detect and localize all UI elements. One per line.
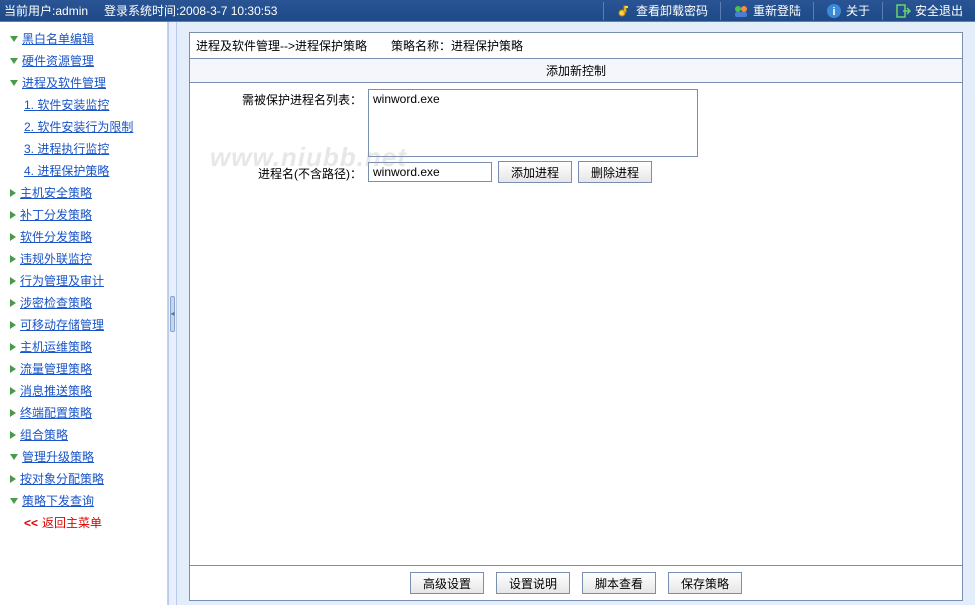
delete-process-button[interactable]: 删除进程 xyxy=(578,161,652,183)
user-label: 当前用户: xyxy=(4,4,55,18)
about-label: 关于 xyxy=(846,2,870,19)
expand-icon xyxy=(10,387,16,395)
sidebar-item-2[interactable]: 进程及软件管理 xyxy=(4,72,163,94)
expand-icon xyxy=(10,475,16,483)
splitter-grip-icon: ◂ xyxy=(170,296,175,332)
settings-help-button[interactable]: 设置说明 xyxy=(496,572,570,594)
expand-icon xyxy=(10,498,18,504)
sidebar-item-16[interactable]: 消息推送策略 xyxy=(4,380,163,402)
sub-header: 添加新控制 xyxy=(190,58,962,83)
process-list-textarea[interactable] xyxy=(368,89,698,157)
exit-icon xyxy=(895,3,911,19)
svg-text:i: i xyxy=(832,6,835,18)
policy-name: 策略名称：进程保护策略 xyxy=(391,37,523,54)
save-policy-button[interactable]: 保存策略 xyxy=(668,572,742,594)
sidebar-item-4[interactable]: 2. 软件安装行为限制 xyxy=(4,116,163,138)
sidebar-item-13[interactable]: 可移动存储管理 xyxy=(4,314,163,336)
sidebar-item-6[interactable]: 4. 进程保护策略 xyxy=(4,160,163,182)
sidebar-splitter[interactable]: ◂ xyxy=(168,22,177,605)
expand-icon xyxy=(10,365,16,373)
expand-icon xyxy=(10,299,16,307)
user-value: admin xyxy=(55,4,88,18)
current-user: 当前用户:admin xyxy=(4,2,88,19)
breadcrumb-bar: 进程及软件管理-->进程保护策略 策略名称：进程保护策略 xyxy=(190,33,962,58)
main-panel: 进程及软件管理-->进程保护策略 策略名称：进程保护策略 添加新控制 需被保护进… xyxy=(189,32,963,601)
process-name-input[interactable] xyxy=(368,162,492,182)
script-view-button[interactable]: 脚本查看 xyxy=(582,572,656,594)
expand-icon xyxy=(10,80,18,86)
relogin-label: 重新登陆 xyxy=(753,2,801,19)
sidebar-item-9[interactable]: 软件分发策略 xyxy=(4,226,163,248)
expand-icon xyxy=(10,36,18,42)
sidebar-item-17[interactable]: 终端配置策略 xyxy=(4,402,163,424)
sidebar-item-14[interactable]: 主机运维策略 xyxy=(4,336,163,358)
login-time-label: 登录系统时间: xyxy=(104,4,179,18)
sidebar-item-21[interactable]: 策略下发查询 xyxy=(4,490,163,512)
bottom-button-bar: 高级设置 设置说明 脚本查看 保存策略 xyxy=(190,565,962,600)
about-button[interactable]: i 关于 xyxy=(818,0,878,22)
expand-icon xyxy=(10,454,18,460)
expand-icon xyxy=(10,343,16,351)
sidebar-item-8[interactable]: 补丁分发策略 xyxy=(4,204,163,226)
expand-icon xyxy=(10,58,18,64)
content-area: 进程及软件管理-->进程保护策略 策略名称：进程保护策略 添加新控制 需被保护进… xyxy=(177,22,975,605)
sidebar-item-5[interactable]: 3. 进程执行监控 xyxy=(4,138,163,160)
sidebar-item-12[interactable]: 涉密检查策略 xyxy=(4,292,163,314)
process-name-label: 进程名(不含路径)： xyxy=(198,163,368,182)
safe-exit-label: 安全退出 xyxy=(915,2,963,19)
sidebar-item-3[interactable]: 1. 软件安装监控 xyxy=(4,94,163,116)
sidebar-item-15[interactable]: 流量管理策略 xyxy=(4,358,163,380)
sidebar-item-1[interactable]: 硬件资源管理 xyxy=(4,50,163,72)
sidebar-item-0[interactable]: 黑白名单编辑 xyxy=(4,28,163,50)
add-process-button[interactable]: 添加进程 xyxy=(498,161,572,183)
expand-icon xyxy=(10,233,16,241)
sidebar-item-19[interactable]: 管理升级策略 xyxy=(4,446,163,468)
expand-icon xyxy=(10,255,16,263)
form-area: 需被保护进程名列表： 进程名(不含路径)： 添加进程 删除进程 xyxy=(190,83,962,187)
login-time-value: 2008-3-7 10:30:53 xyxy=(179,4,277,18)
breadcrumb: 进程及软件管理-->进程保护策略 xyxy=(196,37,367,54)
policy-name-value: 进程保护策略 xyxy=(451,39,523,53)
sidebar-item-22[interactable]: <<返回主菜单 xyxy=(4,512,163,534)
sidebar-item-11[interactable]: 行为管理及审计 xyxy=(4,270,163,292)
expand-icon xyxy=(10,409,16,417)
check-password-button[interactable]: 查看卸载密码 xyxy=(608,0,716,22)
expand-icon xyxy=(10,277,16,285)
process-list-label: 需被保护进程名列表： xyxy=(198,89,368,108)
check-password-label: 查看卸载密码 xyxy=(636,2,708,19)
policy-name-label: 策略名称： xyxy=(391,39,451,53)
relogin-button[interactable]: 重新登陆 xyxy=(725,0,809,22)
expand-icon xyxy=(10,211,16,219)
top-toolbar: 当前用户:admin 登录系统时间:2008-3-7 10:30:53 查看卸载… xyxy=(0,0,975,22)
info-icon: i xyxy=(826,3,842,19)
back-arrow-icon: << xyxy=(24,514,38,532)
expand-icon xyxy=(10,321,16,329)
expand-icon xyxy=(10,189,16,197)
login-time: 登录系统时间:2008-3-7 10:30:53 xyxy=(104,2,277,19)
sidebar-item-7[interactable]: 主机安全策略 xyxy=(4,182,163,204)
sidebar-nav: 黑白名单编辑硬件资源管理进程及软件管理1. 软件安装监控2. 软件安装行为限制3… xyxy=(0,22,168,605)
sidebar-item-10[interactable]: 违规外联监控 xyxy=(4,248,163,270)
sidebar-item-20[interactable]: 按对象分配策略 xyxy=(4,468,163,490)
users-icon xyxy=(733,3,749,19)
sidebar-item-18[interactable]: 组合策略 xyxy=(4,424,163,446)
safe-exit-button[interactable]: 安全退出 xyxy=(887,0,971,22)
expand-icon xyxy=(10,431,16,439)
advanced-settings-button[interactable]: 高级设置 xyxy=(410,572,484,594)
key-icon xyxy=(616,3,632,19)
